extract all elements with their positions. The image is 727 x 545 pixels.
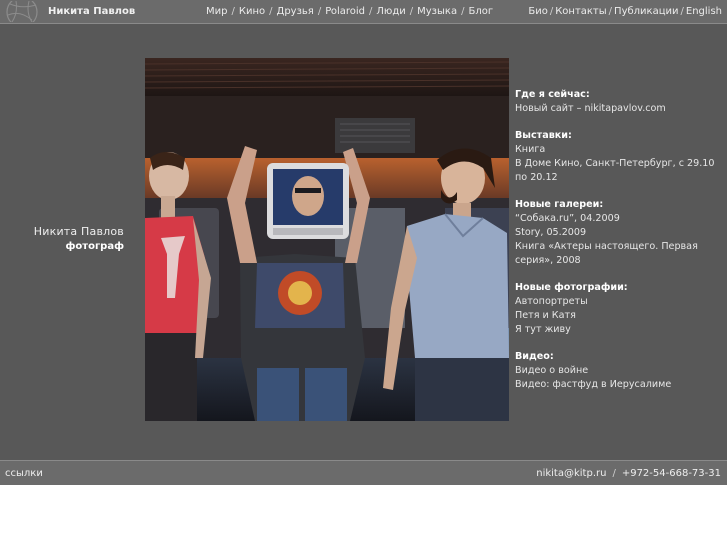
- video-link-war[interactable]: Видео о войне: [515, 364, 725, 378]
- nav-separator: /: [317, 6, 322, 17]
- nav-link-contacts[interactable]: Контакты: [555, 6, 606, 17]
- nav-separator: /: [461, 6, 465, 17]
- news-column: Где я сейчас: Новый сайт – nikitapavlov.…: [515, 88, 725, 392]
- nav-link-polaroid[interactable]: Polaroid: [325, 6, 365, 17]
- nav-link-blog[interactable]: Блог: [468, 6, 493, 17]
- nav-link-english[interactable]: English: [686, 6, 722, 17]
- gallery-link-book-actors[interactable]: Книга «Актеры настоящего. Первая серия»,…: [515, 240, 725, 268]
- nav-separator: /: [608, 6, 613, 17]
- main-nav: Мир / Кино / Друзья / Polaroid / Люди / Музыка / Бло…: [206, 6, 493, 17]
- phone-number: +972-54-668-73-31: [621, 468, 721, 479]
- video-heading: Видео:: [515, 351, 554, 363]
- exhibition-link-dom-kino[interactable]: В Доме Кино, Санкт-Петербург, с 29.10 по…: [515, 157, 725, 185]
- nav-link-muzyka[interactable]: Музыка: [417, 6, 457, 17]
- links-link[interactable]: ссылки: [5, 468, 43, 479]
- photos-link-selfportraits[interactable]: Автопортреты: [515, 295, 725, 309]
- nav-link-mir[interactable]: Мир: [206, 6, 227, 17]
- new-photos-heading: Новые фотографии:: [515, 282, 628, 294]
- top-navigation-bar: Никита Павлов Мир / Кино / Друзья / Polaroid / Л…: [0, 0, 727, 23]
- site-name[interactable]: Никита Павлов: [48, 6, 135, 17]
- photos-link-petya-katya[interactable]: Петя и Катя: [515, 309, 725, 323]
- photos-link-i-live-here[interactable]: Я тут живу: [515, 323, 725, 337]
- author-role: фотограф: [65, 241, 124, 252]
- nav-separator: /: [369, 6, 373, 17]
- nav-link-lyudi[interactable]: Люди: [376, 6, 405, 17]
- nav-separator: /: [409, 6, 414, 17]
- featured-photo[interactable]: [145, 58, 509, 421]
- where-now-heading: Где я сейчас:: [515, 89, 590, 100]
- exhibition-link-book[interactable]: Книга: [515, 143, 725, 157]
- footer-contacts: nikita@kitp.ru / +972-54-668-73-31: [536, 468, 721, 479]
- footer-bar: ссылки nikita@kitp.ru / +972-54-668-73-31: [0, 460, 727, 485]
- main-content: Никита Павлов фотограф Где я сейчас: Нов…: [0, 24, 727, 460]
- nav-link-publications[interactable]: Публикации: [614, 6, 678, 17]
- nav-separator: /: [269, 6, 273, 17]
- galleries-heading: Новые галереи:: [515, 199, 604, 211]
- nav-link-kino[interactable]: Кино: [239, 6, 265, 17]
- nav-link-bio[interactable]: Био: [528, 6, 547, 17]
- where-now-link[interactable]: Новый сайт – nikitapavlov.com: [515, 102, 725, 116]
- nav-separator: /: [231, 6, 235, 17]
- aperture-logo-icon[interactable]: [2, 1, 42, 22]
- gallery-link-story[interactable]: Story, 05.2009: [515, 226, 725, 240]
- secondary-nav: Био / Контакты / Публикации / English: [528, 6, 722, 17]
- nav-link-druzya[interactable]: Друзья: [277, 6, 314, 17]
- author-block: Никита Павлов фотограф: [34, 225, 124, 252]
- exhibitions-heading: Выставки:: [515, 130, 572, 142]
- nav-separator: /: [680, 6, 684, 17]
- author-name: Никита Павлов: [33, 225, 124, 238]
- email-link[interactable]: nikita@kitp.ru: [536, 468, 606, 479]
- footer-separator: /: [612, 468, 616, 479]
- video-link-fastfood[interactable]: Видео: фастфуд в Иерусалиме: [515, 378, 725, 392]
- gallery-link-sobaka[interactable]: “Собака.ru”, 04.2009: [515, 212, 725, 226]
